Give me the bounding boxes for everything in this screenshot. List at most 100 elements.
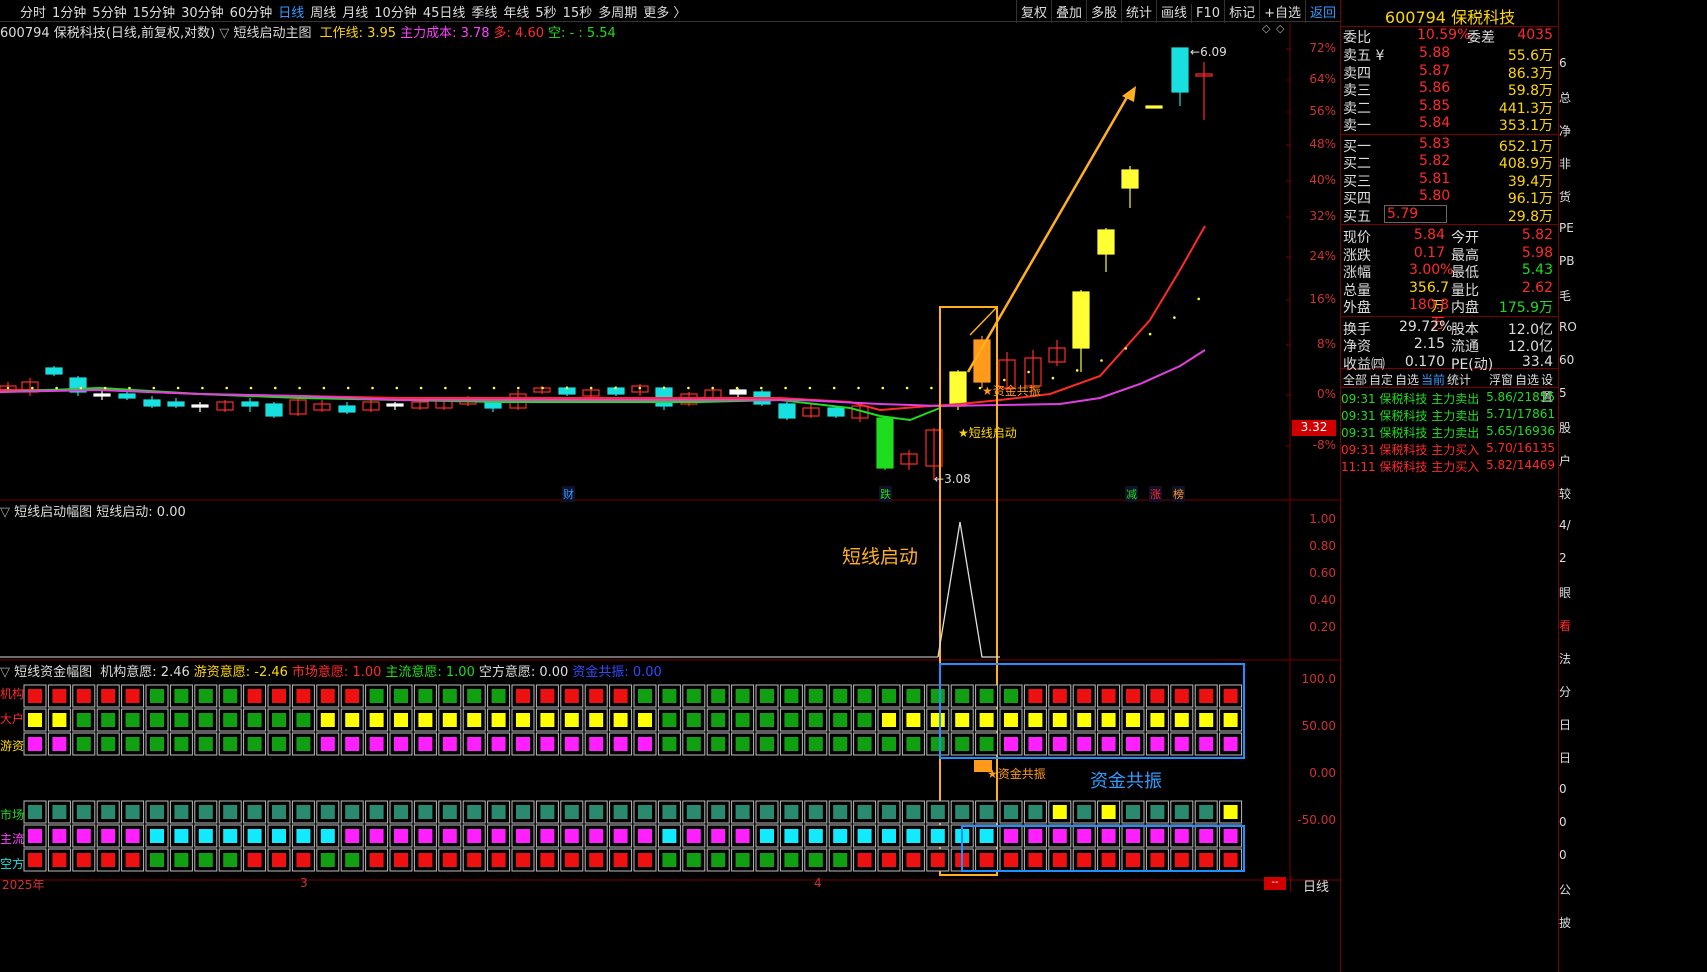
- candle: [1072, 290, 1090, 372]
- signal-dot: [152, 386, 156, 390]
- clipped-glyph: 6: [1559, 56, 1567, 70]
- candle: [1048, 340, 1066, 366]
- axis-tick: 24%: [1309, 249, 1336, 263]
- signal-dot: [103, 386, 107, 390]
- signal-dot: [930, 386, 933, 390]
- clipped-glyph: 0: [1559, 815, 1567, 829]
- candle: [265, 402, 283, 418]
- event-marker[interactable]: 减: [1125, 486, 1138, 502]
- sub1-collapse-icon[interactable]: ▽: [0, 505, 10, 520]
- signal-dot: [468, 386, 472, 390]
- event-marker[interactable]: 榜: [1172, 486, 1185, 502]
- candle: [1195, 62, 1213, 120]
- orderbook-row[interactable]: 买四 5.80 96.1万: [1341, 188, 1559, 207]
- axis-tick: 0.00: [1309, 766, 1336, 780]
- orderbook-row[interactable]: 买三 5.81 39.4万: [1341, 171, 1559, 190]
- axis-tick: -8%: [1312, 438, 1336, 452]
- trade-tab[interactable]: 当前: [1421, 371, 1445, 388]
- candle: [362, 400, 380, 412]
- row-label: 空方: [0, 857, 25, 871]
- signal-dot: [857, 386, 860, 390]
- candle: [729, 388, 747, 398]
- trade-tab[interactable]: 自定: [1369, 371, 1393, 388]
- signal-dot: [687, 386, 690, 390]
- candle: [45, 366, 63, 376]
- trade-tab[interactable]: 自选: [1395, 371, 1419, 388]
- trade-tab[interactable]: 自选: [1515, 371, 1539, 388]
- trade-tab[interactable]: 统计: [1447, 371, 1471, 388]
- signal-dot: [395, 386, 399, 390]
- date-year: 2025年: [2, 878, 45, 892]
- candle: [582, 388, 600, 398]
- event-marker[interactable]: 跌: [879, 486, 892, 502]
- trade-row[interactable]: 11:11 保税科技 主力买入 5.82/14469: [1341, 458, 1559, 475]
- axis-tick: 50.00: [1301, 719, 1336, 733]
- signal-dot: [832, 386, 836, 390]
- signal-dot: [978, 386, 982, 390]
- event-marker[interactable]: 财: [562, 486, 575, 502]
- resonance-mark: ★资金共振: [987, 767, 1046, 781]
- clipped-glyph: 毛: [1559, 289, 1572, 303]
- quote-row: 涨幅 3.00% 最低 5.43: [1343, 262, 1553, 281]
- trade-tab[interactable]: 全部: [1343, 371, 1367, 388]
- signal-dot: [1075, 369, 1079, 372]
- event-marker[interactable]: 涨: [1149, 486, 1162, 502]
- clipped-glyph: 日: [1559, 751, 1572, 765]
- trade-row[interactable]: 09:31 保税科技 主力卖出 5.65/16936: [1341, 424, 1559, 441]
- orderbook-row[interactable]: 卖一 5.84 353.1万: [1341, 115, 1559, 134]
- orderbook-row[interactable]: 卖二 5.85 441.3万: [1341, 98, 1559, 117]
- candle: [93, 390, 111, 400]
- axis-tick: 8%: [1316, 337, 1336, 351]
- orderbook-row[interactable]: 买一 5.83 652.1万: [1341, 136, 1559, 155]
- clipped-glyph: 较: [1559, 487, 1572, 501]
- signal-dot: [881, 386, 885, 390]
- scroll-dash-button[interactable]: --: [1264, 877, 1286, 890]
- signal-dot: [6, 386, 10, 390]
- clipped-glyph: RO: [1559, 320, 1577, 334]
- signal-dot: [589, 386, 593, 390]
- axis-tick: 0%: [1316, 387, 1336, 401]
- candle: [313, 400, 331, 412]
- clipped-glyph: 法: [1559, 652, 1572, 666]
- diamond-icon[interactable]: ◇: [1262, 22, 1271, 35]
- signal-dot: [541, 386, 544, 390]
- chart-canvas: ◇ ◇: [0, 22, 1340, 881]
- sub2-title[interactable]: 短线资金幅图: [14, 665, 92, 680]
- clipped-glyph: 2: [1559, 551, 1567, 565]
- period-label[interactable]: 日线: [1290, 876, 1341, 895]
- clipped-glyph: PE: [1559, 221, 1574, 235]
- trade-row[interactable]: 09:31 保税科技 主力卖出 5.71/17861: [1341, 407, 1559, 424]
- legend-item: 市场意愿: 1.00: [291, 665, 382, 680]
- row-label: 大户: [0, 712, 25, 726]
- legend-item: 机构意愿: 2.46: [100, 665, 190, 680]
- signal-dot: [905, 386, 909, 390]
- trade-row[interactable]: 09:31 保税科技 主力卖出 5.86/21855: [1341, 390, 1559, 407]
- candle: [631, 384, 649, 396]
- candle: [900, 450, 918, 470]
- clipped-glyph: 0: [1559, 782, 1567, 796]
- sub1-title[interactable]: 短线启动幅图: [14, 505, 92, 520]
- fund-row: 净资 2.15 流通 12.0亿: [1343, 336, 1553, 355]
- collapse-icon[interactable]: ◇: [1276, 22, 1285, 35]
- signal-dot: [614, 386, 617, 390]
- trade-row[interactable]: 09:31 保税科技 主力买入 5.70/16135: [1341, 441, 1559, 458]
- signal-dot: [784, 386, 787, 390]
- signal-dot: [419, 386, 423, 390]
- candle: [338, 402, 356, 414]
- sub2-collapse-icon[interactable]: ▽: [0, 665, 10, 680]
- clipped-glyph: 眼: [1559, 586, 1572, 600]
- signal-dot: [1003, 378, 1006, 382]
- clipped-glyph: 公: [1559, 883, 1572, 897]
- orderbook-row[interactable]: 卖五 ¥5.88 55.6万: [1341, 45, 1559, 64]
- orderbook-row[interactable]: 卖三 5.86 59.8万: [1341, 80, 1559, 99]
- orderbook-row[interactable]: 买五 5.79 29.8万: [1341, 204, 1559, 225]
- trade-tab[interactable]: 浮窗: [1489, 371, 1513, 388]
- signal-dot: [249, 386, 253, 390]
- orderbook-row[interactable]: 卖四 5.87 86.3万: [1341, 63, 1559, 82]
- axis-tick: 64%: [1309, 72, 1336, 86]
- clipped-glyph: 5: [1559, 386, 1567, 400]
- signal-dot: [492, 386, 496, 390]
- orderbook-row[interactable]: 买二 5.82 408.9万: [1341, 153, 1559, 172]
- signal-dot: [1124, 347, 1128, 350]
- arrow-head-icon: [1122, 86, 1136, 102]
